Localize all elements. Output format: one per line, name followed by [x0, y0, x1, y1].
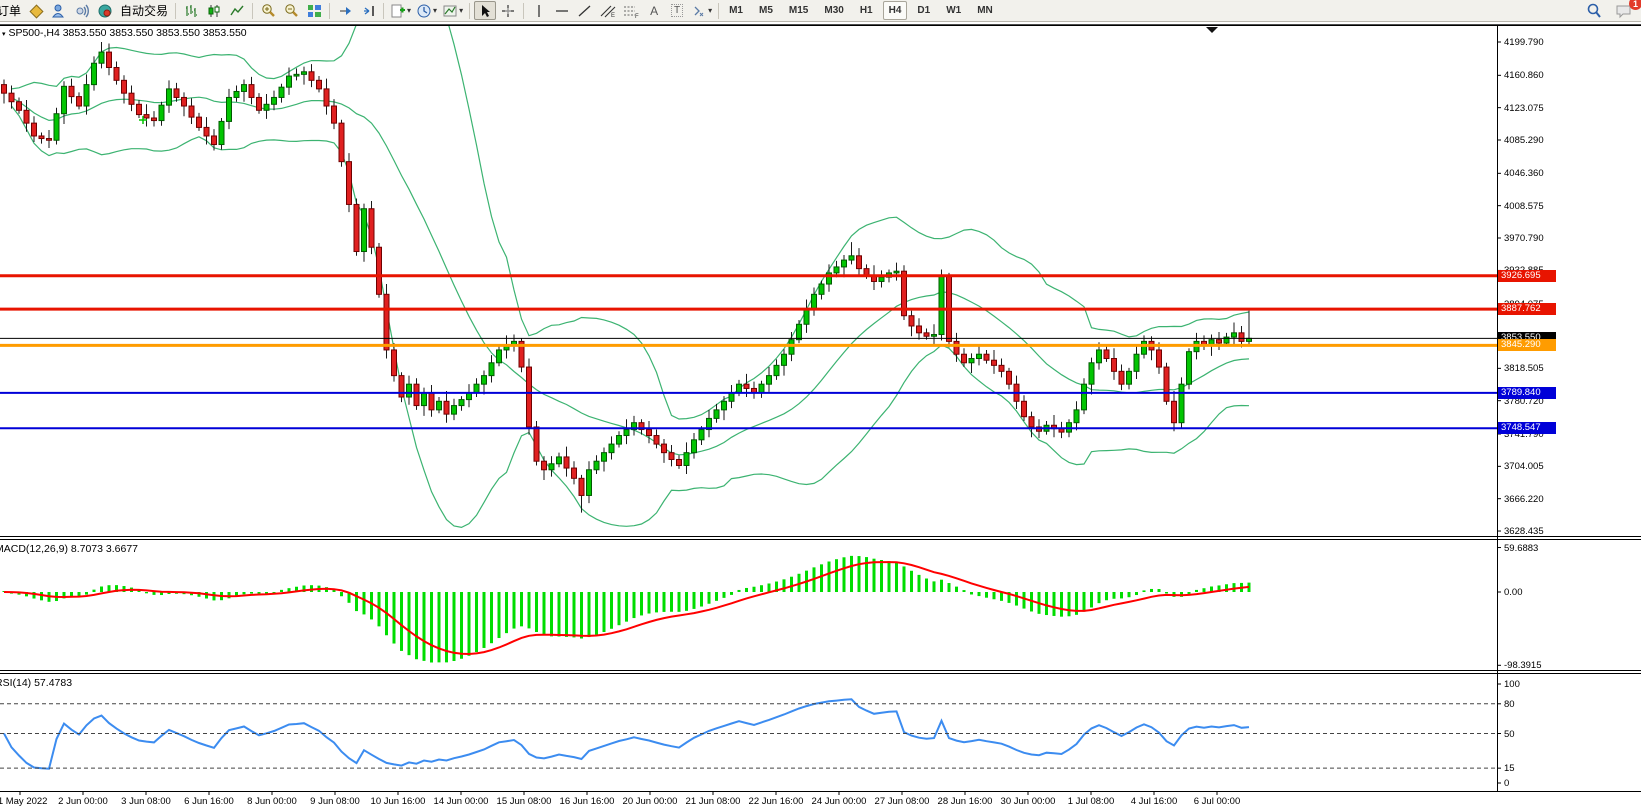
- price-line-label: 3789.840: [1498, 387, 1556, 399]
- macd-axis-label: -98.3915: [1504, 660, 1542, 671]
- chevron-down-icon: ▾: [2, 31, 6, 38]
- price-axis-label: 3704.005: [1504, 461, 1544, 472]
- time-axis-label: 27 Jun 08:00: [875, 796, 930, 807]
- price-axis-label: 3970.790: [1504, 233, 1544, 244]
- price-line-label: 3887.762: [1498, 303, 1556, 315]
- time-axis-label: 30 Jun 00:00: [1001, 796, 1056, 807]
- rsi-axis-label: 0: [1504, 778, 1509, 789]
- time-axis-label: 8 Jun 00:00: [247, 796, 297, 807]
- price-line-label: 3845.290: [1498, 339, 1556, 351]
- rsi-label: RSI(14) 57.4783: [0, 677, 72, 689]
- macd-label: MACD(12,26,9) 8.7073 3.6677: [0, 543, 138, 555]
- time-axis-label: 14 Jun 00:00: [434, 796, 489, 807]
- time-axis-label: 15 Jun 08:00: [497, 796, 552, 807]
- price-axis-label: 4008.575: [1504, 201, 1544, 212]
- macd-axis-label: 59.6883: [1504, 543, 1538, 554]
- rsi-axis-label: 50: [1504, 729, 1515, 740]
- time-axis-label: 21 Jun 08:00: [686, 796, 741, 807]
- time-axis-label: 6 Jun 16:00: [184, 796, 234, 807]
- time-axis-label: 20 Jun 00:00: [623, 796, 678, 807]
- price-axis-label: 3628.435: [1504, 526, 1544, 537]
- time-axis-label: 3 Jun 08:00: [121, 796, 171, 807]
- price-axis-label: 4085.290: [1504, 135, 1544, 146]
- time-axis-label: 28 Jun 16:00: [938, 796, 993, 807]
- time-axis-label: 6 Jul 00:00: [1194, 796, 1240, 807]
- time-axis-label: 10 Jun 16:00: [371, 796, 426, 807]
- time-axis-label: 1 Jul 08:00: [1068, 796, 1114, 807]
- time-axis-label: 4 Jul 16:00: [1131, 796, 1177, 807]
- rsi-axis-label: 80: [1504, 699, 1515, 710]
- price-axis-label: 4199.790: [1504, 37, 1544, 48]
- price-axis-label: 4123.075: [1504, 103, 1544, 114]
- price-axis-label: 4046.360: [1504, 168, 1544, 179]
- time-axis-label: 2 Jun 00:00: [58, 796, 108, 807]
- chart-canvas[interactable]: [0, 0, 1641, 810]
- time-axis-label: 22 Jun 16:00: [749, 796, 804, 807]
- rsi-axis-label: 100: [1504, 679, 1520, 690]
- time-axis-label: 16 Jun 16:00: [560, 796, 615, 807]
- price-axis-label: 3818.505: [1504, 363, 1544, 374]
- price-axis-label: 4160.860: [1504, 70, 1544, 81]
- symbol-label: ▾ SP500-,H4 3853.550 3853.550 3853.550 3…: [2, 27, 247, 39]
- mt4-terminal: 订单 自动交易: [0, 0, 1641, 810]
- time-axis-label: 9 Jun 08:00: [310, 796, 360, 807]
- time-axis-label: 24 Jun 00:00: [812, 796, 867, 807]
- price-line-label: 3748.547: [1498, 422, 1556, 434]
- rsi-axis-label: 15: [1504, 763, 1515, 774]
- macd-axis-label: 0.00: [1504, 587, 1523, 598]
- price-axis-label: 3666.220: [1504, 494, 1544, 505]
- price-line-label: 3926.695: [1498, 270, 1556, 282]
- time-axis-label: 31 May 2022: [0, 796, 47, 807]
